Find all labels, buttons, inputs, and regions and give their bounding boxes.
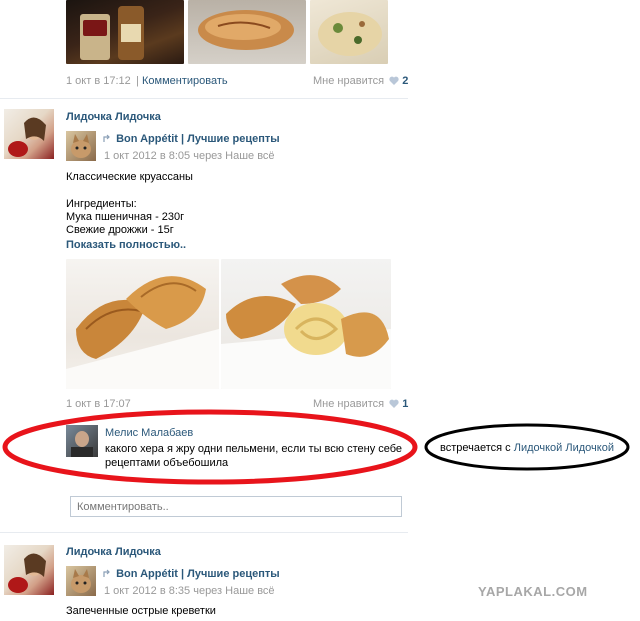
annotation-overlay xyxy=(2,409,630,485)
relationship-name[interactable]: Лидочкой Лидочкой xyxy=(514,442,614,454)
red-ellipse xyxy=(2,409,418,485)
watermark: YAPLAKAL.COM xyxy=(478,584,588,599)
relationship-prefix: встречается с xyxy=(440,442,511,454)
relationship-annotation: встречается с Лидочкой Лидочкой xyxy=(440,442,614,454)
